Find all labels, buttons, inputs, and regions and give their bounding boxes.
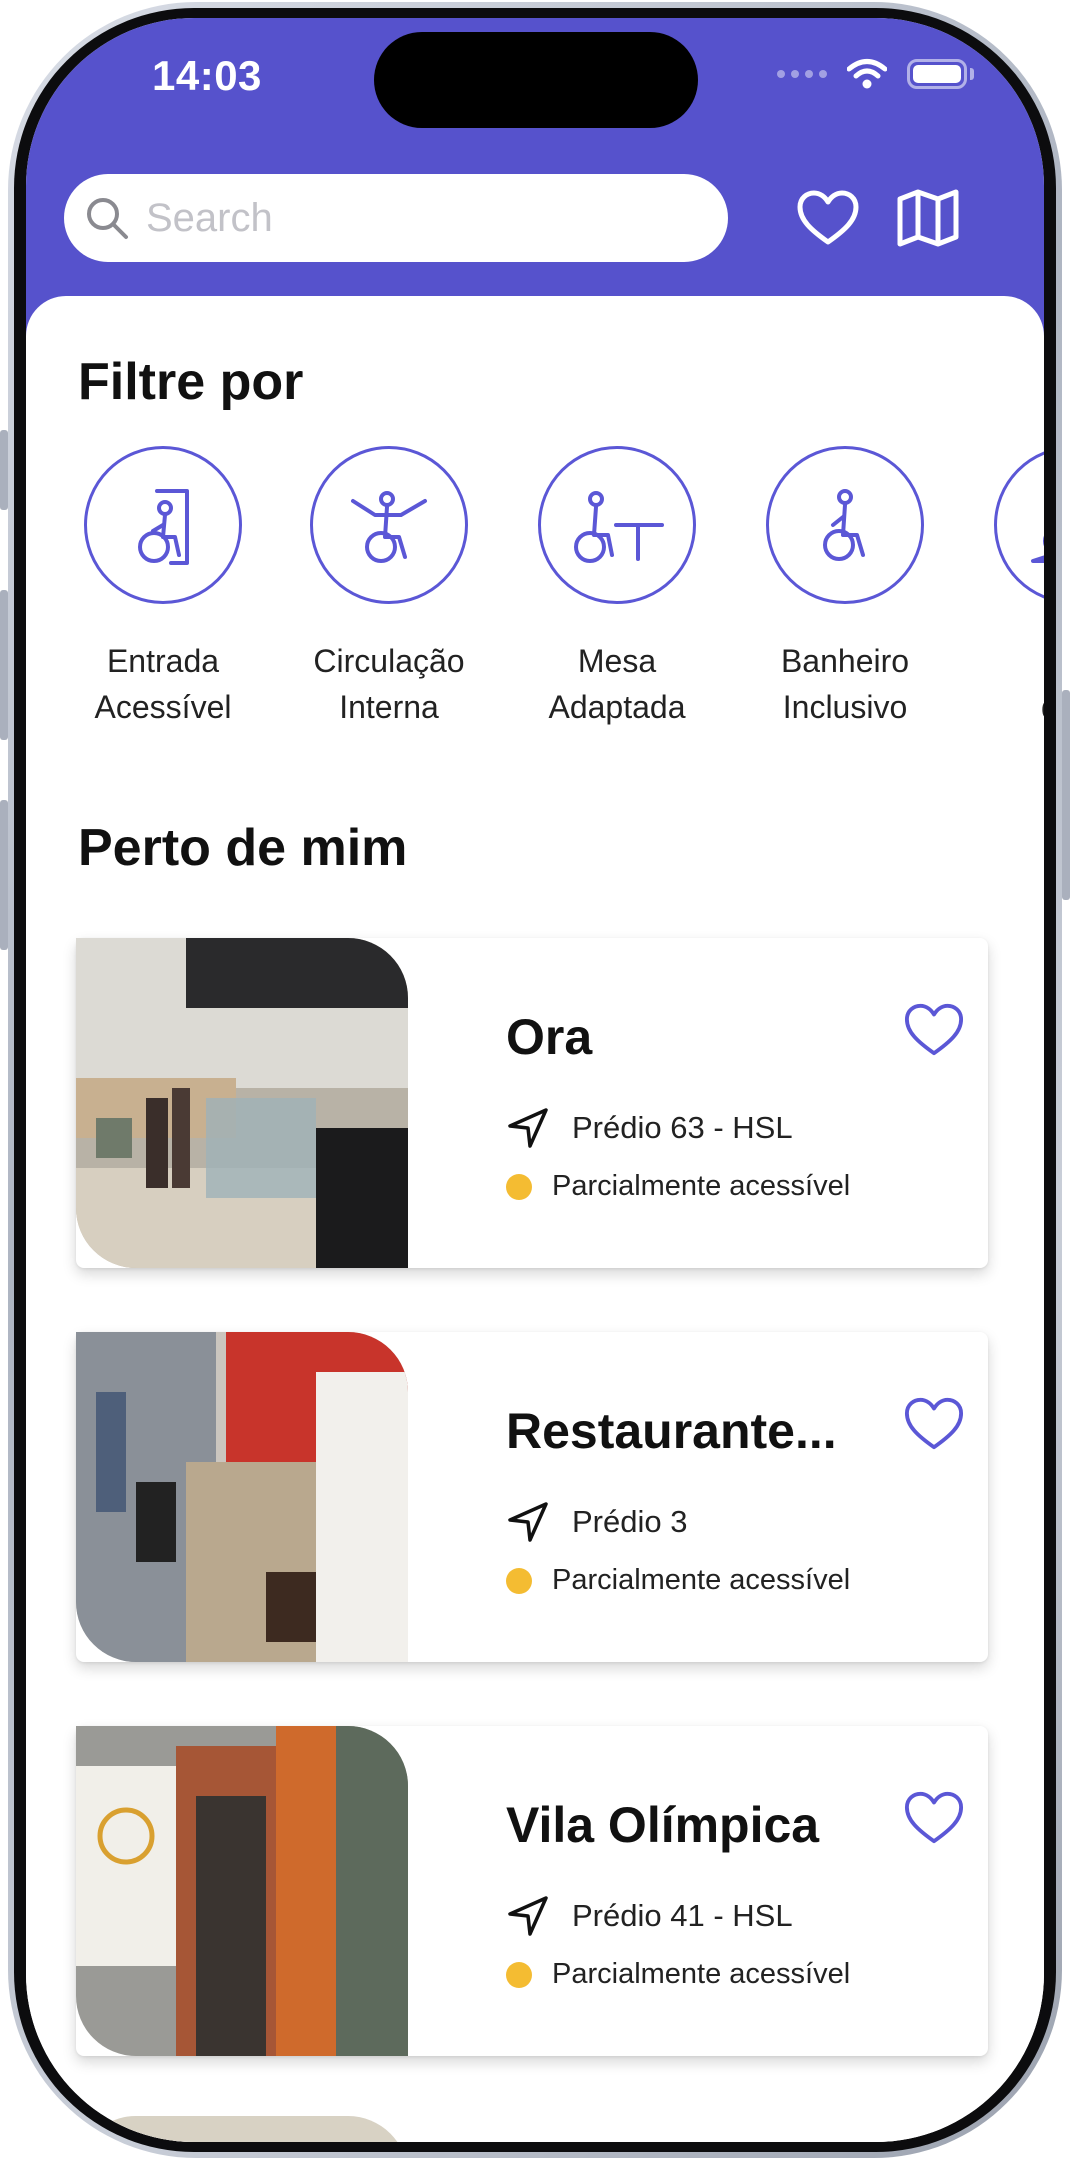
filter-label-line2: Inclusivo bbox=[782, 689, 908, 725]
status-dot bbox=[506, 1961, 532, 1988]
status-text: Parcialmente acessível bbox=[552, 1564, 851, 1596]
nearby-section-title: Perto de mim bbox=[78, 819, 408, 877]
search-icon bbox=[87, 198, 128, 239]
wifi-icon bbox=[847, 59, 887, 89]
location-arrow-icon bbox=[508, 1896, 548, 1936]
search-bar[interactable] bbox=[64, 174, 728, 262]
location-arrow-icon bbox=[508, 1108, 548, 1148]
favorite-toggle[interactable] bbox=[904, 1002, 964, 1062]
accessibility-status: Parcialmente acessível bbox=[506, 1958, 850, 1991]
favorite-toggle[interactable] bbox=[904, 1790, 964, 1850]
accessible-door-icon bbox=[138, 489, 189, 565]
place-photo bbox=[76, 1332, 408, 1662]
map-button[interactable] bbox=[890, 180, 966, 256]
wheelchair-icon bbox=[823, 489, 865, 561]
place-building: Prédio 3 bbox=[572, 1504, 688, 1539]
filter-label-line2: Acessível bbox=[94, 689, 232, 725]
filter-rampa[interactable]: Ra de A bbox=[968, 446, 1044, 730]
heart-outline-icon bbox=[904, 1397, 964, 1450]
filter-label-line2: Adaptada bbox=[548, 689, 686, 725]
filter-label-line1: Mesa bbox=[577, 643, 657, 679]
filter-label-line1: Circulação bbox=[313, 643, 465, 679]
dynamic-island bbox=[374, 32, 698, 128]
place-card[interactable]: Ora Prédio 63 - HSL Parcialmente acessív… bbox=[76, 938, 988, 1268]
favorite-toggle[interactable] bbox=[904, 1396, 964, 1456]
favorites-button[interactable] bbox=[790, 180, 866, 256]
filter-circulacao-interna[interactable]: Circulação Interna bbox=[284, 446, 494, 730]
accessibility-status: Parcialmente acessível bbox=[506, 1170, 850, 1203]
place-name: Restaurante... bbox=[506, 1403, 837, 1459]
volume-down-button bbox=[0, 800, 8, 950]
place-location: Prédio 3 bbox=[506, 1500, 687, 1544]
place-building: Prédio 63 - HSL bbox=[572, 1110, 793, 1145]
power-button bbox=[1062, 690, 1070, 900]
place-photo bbox=[76, 938, 408, 1268]
filter-section-title: Filtre por bbox=[78, 353, 304, 411]
place-name: Vila Olímpica bbox=[506, 1797, 820, 1853]
accessibility-status: Parcialmente acessível bbox=[506, 1564, 850, 1597]
folded-map-icon bbox=[897, 189, 959, 247]
cellular-signal-icon bbox=[777, 70, 827, 78]
status-dot bbox=[506, 1567, 532, 1594]
place-card[interactable]: Restaurante... Prédio 3 Parcialmente ace… bbox=[76, 1332, 988, 1662]
battery-icon bbox=[907, 59, 967, 89]
filter-label-line2: de A bbox=[968, 684, 1044, 730]
status-icons bbox=[777, 58, 974, 90]
filter-label-line1: Banheiro bbox=[780, 643, 910, 679]
next-card-peek bbox=[76, 2116, 408, 2142]
heart-outline-icon bbox=[904, 1791, 964, 1844]
search-input[interactable] bbox=[144, 194, 688, 242]
filter-label-line1: Entrada bbox=[106, 643, 220, 679]
place-card[interactable]: Vila Olímpica Prédio 41 - HSL Parcialmen… bbox=[76, 1726, 988, 2056]
wheelchair-table-icon bbox=[574, 491, 664, 563]
filter-mesa-adaptada[interactable]: Mesa Adaptada bbox=[512, 446, 722, 730]
wheelchair-wide-arms-icon bbox=[351, 491, 427, 563]
place-location: Prédio 63 - HSL bbox=[506, 1106, 793, 1150]
filter-label-line1: Ra bbox=[968, 638, 1044, 684]
location-arrow-icon bbox=[508, 1502, 548, 1542]
wheelchair-ramp-icon bbox=[1031, 535, 1044, 563]
place-name: Ora bbox=[506, 1009, 593, 1065]
heart-outline-icon bbox=[797, 190, 859, 245]
filter-entrada-acessivel[interactable]: Entrada Acessível bbox=[58, 446, 268, 730]
heart-outline-icon bbox=[904, 1003, 964, 1056]
status-text: Parcialmente acessível bbox=[552, 1958, 851, 1990]
filter-carousel[interactable]: Entrada Acessível Circulação Interna Mes… bbox=[26, 446, 1044, 766]
action-button bbox=[0, 430, 8, 510]
status-time: 14:03 bbox=[152, 52, 262, 99]
screen: 14:03 Search Filtre por Entrada Acessíve… bbox=[26, 18, 1044, 2142]
place-building: Prédio 41 - HSL bbox=[572, 1898, 793, 1933]
volume-up-button bbox=[0, 590, 8, 740]
status-dot bbox=[506, 1173, 532, 1200]
status-text: Parcialmente acessível bbox=[552, 1170, 851, 1202]
place-photo bbox=[76, 1726, 408, 2056]
place-location: Prédio 41 - HSL bbox=[506, 1894, 793, 1938]
filter-banheiro-inclusivo[interactable]: Banheiro Inclusivo bbox=[740, 446, 950, 730]
filter-label-line2: Interna bbox=[339, 689, 439, 725]
